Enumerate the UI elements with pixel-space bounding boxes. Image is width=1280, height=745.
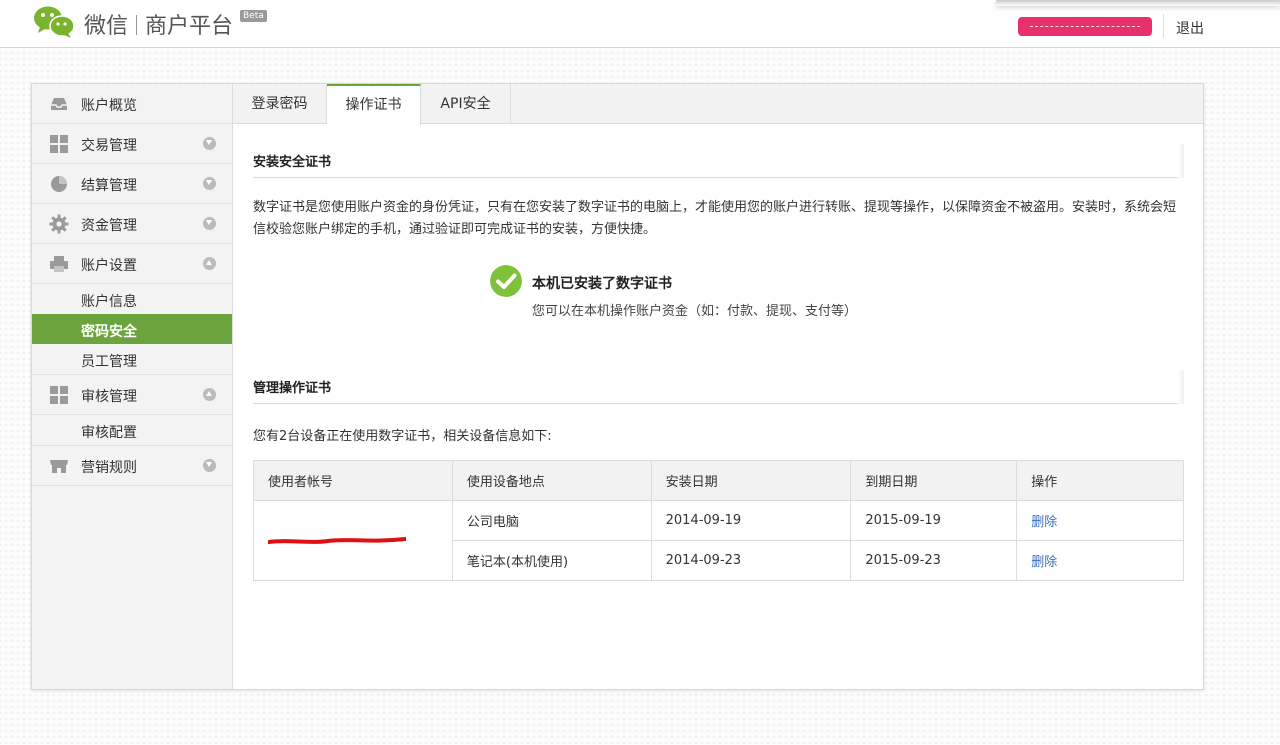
sidebar-item-funds[interactable]: 资金管理 xyxy=(32,204,232,244)
sidebar-item-transactions[interactable]: 交易管理 xyxy=(32,124,232,164)
sidebar-item-settlement[interactable]: 结算管理 xyxy=(32,164,232,204)
expire-date-cell: 2015-09-23 xyxy=(850,540,1018,581)
grid-icon xyxy=(50,386,68,404)
column-header: 到期日期 xyxy=(850,460,1018,501)
audit-submenu: 审核配置 xyxy=(32,415,232,446)
brand-wechat: 微信 xyxy=(84,14,129,39)
column-header: 操作 xyxy=(1016,460,1184,501)
tab-bar: 登录密码 操作证书 API安全 xyxy=(233,84,1203,125)
chevron-down-icon[interactable] xyxy=(203,217,216,230)
grid-icon xyxy=(50,135,68,153)
delete-link[interactable]: 删除 xyxy=(1031,555,1057,570)
action-cell: 删除 xyxy=(1016,500,1184,541)
tab-login-password[interactable]: 登录密码 xyxy=(233,84,327,124)
sidebar-subitem-account-info[interactable]: 账户信息 xyxy=(32,284,232,314)
sidebar-item-label: 资金管理 xyxy=(81,218,137,234)
sidebar-item-account-settings[interactable]: 账户设置 xyxy=(32,244,232,284)
certificate-status-desc: 您可以在本机操作账户资金（如：付款、提现、支付等） xyxy=(532,304,858,319)
pie-chart-icon xyxy=(51,176,67,192)
tab-api-security[interactable]: API安全 xyxy=(421,84,511,124)
header-shadow-strip xyxy=(996,0,1280,6)
device-location-cell: 笔记本(本机使用) xyxy=(451,540,652,581)
sidebar-item-label: 账户概览 xyxy=(81,98,137,114)
install-date-cell: 2014-09-19 xyxy=(650,500,852,541)
column-header: 使用者帐号 xyxy=(253,460,453,501)
delete-link[interactable]: 删除 xyxy=(1031,515,1057,530)
sidebar-item-audit[interactable]: 审核管理 xyxy=(32,375,232,415)
devices-table: 使用者帐号 使用设备地点 安装日期 到期日期 操作 公司电脑 2014-09-1… xyxy=(253,460,1184,581)
sidebar-item-account-overview[interactable]: 账户概览 xyxy=(32,84,232,124)
content-area: 登录密码 操作证书 API安全 安装安全证书 数字证书是您使用账户资金的身份凭证… xyxy=(233,84,1203,689)
sidebar-item-label: 交易管理 xyxy=(81,138,137,154)
sidebar-item-label: 账户设置 xyxy=(81,258,137,274)
chevron-up-icon[interactable] xyxy=(203,257,216,270)
sidebar-item-label: 结算管理 xyxy=(81,178,137,194)
sidebar-subitem-label: 员工管理 xyxy=(81,354,137,370)
sidebar-subitem-password-security[interactable]: 密码安全 xyxy=(32,314,232,344)
certificate-status-title: 本机已安装了数字证书 xyxy=(532,276,672,292)
sidebar-subitem-staff-management[interactable]: 员工管理 xyxy=(32,344,232,374)
tab-operation-certificate[interactable]: 操作证书 xyxy=(327,84,421,125)
device-location-cell: 公司电脑 xyxy=(451,500,652,541)
table-row: 公司电脑 2014-09-19 2015-09-19 删除 xyxy=(253,500,1184,581)
wechat-logo-icon xyxy=(34,6,75,38)
sidebar-subitem-label: 账户信息 xyxy=(81,294,137,310)
sidebar-item-marketing-rules[interactable]: 营销规则 xyxy=(32,446,232,486)
sidebar-subitem-label: 密码安全 xyxy=(81,324,137,340)
logout-link[interactable]: 退出 xyxy=(1176,18,1204,38)
sidebar: 账户概览 交易管理 结算管理 资金管理 账户设置 账户信息 密码安全 员工管理 … xyxy=(32,84,233,689)
user-account-cell xyxy=(253,500,453,581)
store-icon xyxy=(50,460,68,473)
table-header-row: 使用者帐号 使用设备地点 安装日期 到期日期 操作 xyxy=(253,460,1184,501)
top-bar: 微信 商户平台 Beta 退出 xyxy=(0,0,1280,48)
device-count-text: 您有2台设备正在使用数字证书，相关设备信息如下: xyxy=(253,429,552,444)
certificate-description: 数字证书是您使用账户资金的身份凭证，只有在您安装了数字证书的电脑上，才能使用您的… xyxy=(253,200,1177,237)
sidebar-subitem-audit-config[interactable]: 审核配置 xyxy=(32,415,232,445)
inbox-icon xyxy=(51,98,67,110)
chevron-down-icon[interactable] xyxy=(203,459,216,472)
brand-separator xyxy=(136,15,138,35)
check-circle-icon xyxy=(490,265,522,297)
action-cell: 删除 xyxy=(1016,540,1184,581)
brand-title: 微信 商户平台 xyxy=(84,8,233,40)
gear-icon xyxy=(49,214,69,234)
chevron-up-icon[interactable] xyxy=(203,388,216,401)
user-account-pill[interactable] xyxy=(1018,17,1152,36)
chevron-down-icon[interactable] xyxy=(203,177,216,190)
install-date-cell: 2014-09-23 xyxy=(650,540,852,581)
brand-platform: 商户平台 xyxy=(145,14,234,39)
sidebar-subitem-label: 审核配置 xyxy=(81,425,137,441)
manage-section-title: 管理操作证书 xyxy=(253,370,1184,404)
chevron-down-icon[interactable] xyxy=(203,137,216,150)
install-section-title: 安装安全证书 xyxy=(253,144,1184,178)
main-panel: 账户概览 交易管理 结算管理 资金管理 账户设置 账户信息 密码安全 员工管理 … xyxy=(31,83,1204,690)
redacted-scribble xyxy=(268,536,406,544)
sidebar-item-label: 营销规则 xyxy=(81,460,137,476)
expire-date-cell: 2015-09-19 xyxy=(850,500,1018,541)
printer-icon xyxy=(50,256,68,272)
sidebar-item-label: 审核管理 xyxy=(81,389,137,405)
column-header: 使用设备地点 xyxy=(451,460,652,501)
column-header: 安装日期 xyxy=(650,460,852,501)
header-divider xyxy=(1163,14,1164,38)
account-settings-submenu: 账户信息 密码安全 员工管理 xyxy=(32,284,232,375)
beta-badge: Beta xyxy=(240,10,267,22)
